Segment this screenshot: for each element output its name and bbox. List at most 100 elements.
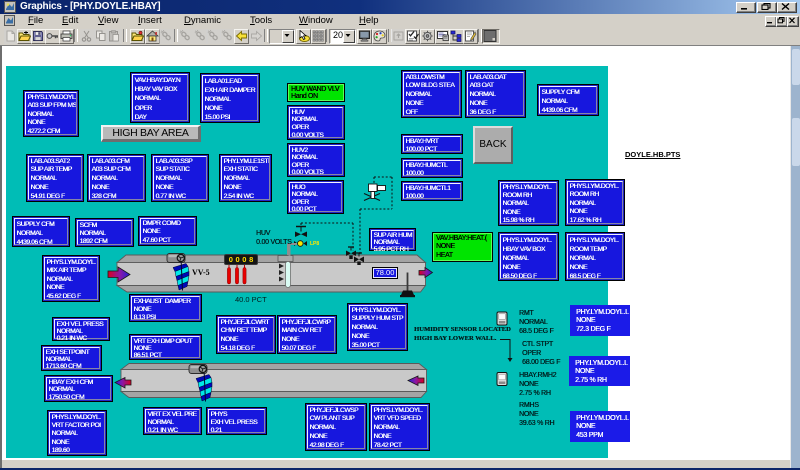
point-box-hbay-humctl1[interactable]: HBAY.HUMCTL1 100.00 [401,181,463,201]
point-box-dmpr-comd[interactable]: DMPR COMD NONE 47.60 PCT [138,216,197,246]
point-box-line: PHY.JEF.JLCWRT [220,318,270,326]
point-box-sup-fpm[interactable]: PHYS.LYM.DOYL. A03 SUP FPM MSI NORMAL NONE 4… [23,90,79,137]
point-box-line: VAV.HBAY:HEAT.( [436,234,487,242]
toolbar: 20 [0,27,800,46]
point-box-virt-ex-vel[interactable]: VIRT EX VEL PRE NORMAL 0.21 IN WC [143,407,202,435]
point-box-line: EXH VEL PRESS [210,418,258,426]
point-box-vrt-vfd-speed[interactable]: PHYS.LYM.DOYL. VRT VFD SPEED NORMAL NONE 78.… [369,403,430,451]
point-box-doyll-rh[interactable]: PHY.LYM.DOYL.L NONE 2.75 % RH [569,356,630,386]
point-box-line: 86.51 PCT [133,352,162,360]
point-box-vrt-factor[interactable]: PHYS.LYM.DOYL. VRT FACTOR POI NORMAL NONE 18… [47,410,107,456]
close-button[interactable] [777,2,797,13]
toolbar-grid-icon[interactable] [310,29,326,44]
point-box-mix-air-temp[interactable]: PHYS.LYM.DOYL. MIX AIR TEMP NORMAL NONE 45.6… [42,255,100,302]
point-box-doyll-ppm[interactable]: PHY.LYM.DOYL.L NONE 453 PPM [570,411,630,442]
toolbar-edit-sheet-icon[interactable] [463,29,478,44]
point-box-huv[interactable]: HUV NORMAL OPER 0.00 VOLTS [287,105,345,140]
point-box-supply-cfm-right[interactable]: SUPPLY CFM NORMAL 4439.06 CFM [537,84,599,116]
point-box-supply-hum-stp[interactable]: PHYS.LYM.DOYL. SUPPLY HUM STP NORMAL NONE 35… [347,303,408,351]
point-box-jlcwrp[interactable]: PHY.JEF.JLCWRP MAIN CW RET NONE 50.07 DEG F [277,315,337,354]
point-box-phys-exh-vel[interactable]: PHYS EXH VEL PRESS 0.21 [206,407,267,435]
menu-tools[interactable]: Tools [250,14,272,27]
point-box-hbay-exh-cfm[interactable]: HBAY EXH CFM NORMAL 1750.50 CFM [44,375,113,402]
point-box-line: NORMAL [147,418,174,426]
toolbar-open-graphic-icon[interactable] [129,29,145,44]
point-box-le1stp[interactable]: PHY.LYM.LE1STP EXH STATIC NORMAL NONE 2.54 I… [219,154,272,202]
document-icon[interactable] [4,15,15,26]
menu-window[interactable]: Window [299,14,333,27]
toolbar-monitor-icon[interactable] [434,29,450,44]
toolbar-style-combo[interactable] [268,29,295,44]
point-box-lab-a03-sat2[interactable]: LAB.A03.SAT2 SUP AIR TEMP NORMAL NONE 54.91 … [26,154,84,202]
toolbar-separator [74,29,78,42]
point-box-a03-lowstm[interactable]: A03.LOWSTM LOW BLDG STEA NORMAL NONE OFF [401,70,462,118]
point-box-exh-vel-press[interactable]: EXH VEL PRESS NORMAL 0.21 IN WC [52,317,110,342]
point-box-vav-day[interactable]: VAV.HBAY:DAY.N HBAY VAV BOX NORMAL OPER DAY [130,72,190,123]
point-box-sup-air-hum[interactable]: SUP AIR HUM NORMAL 5.95 PCT RH [369,228,416,253]
menu-insert[interactable]: Insert [138,14,162,27]
application-icon [4,1,16,13]
point-box-hbay-vav-box[interactable]: PHYS.LYM.DOYL. HBAY VAV BOX NORMAL NONE 68.5… [498,232,559,281]
toolbar-home-icon[interactable] [144,29,160,44]
toolbar-save-icon[interactable] [31,29,46,44]
point-box-exh-setpoint[interactable]: EXH SETPOINT NORMAL 1713.60 CFM [41,345,102,371]
toolbar-link-icon [206,29,221,44]
point-box-scfm[interactable]: SCFM NORMAL 1892 CFM [75,218,134,247]
point-box-supply-cfm-left[interactable]: SUPPLY CFM NORMAL 4439.06 CFM [12,216,70,247]
point-box-huv2[interactable]: HUV2 NORMAL OPER 0.00 VOLTS [287,143,345,177]
toolbar-display-icon[interactable] [356,29,372,44]
coil-counter-display: 0008 [224,253,258,265]
menu-edit[interactable]: Edit [62,14,78,27]
duct-setpoint-box[interactable]: 78.00 [372,267,398,279]
point-box-jlcwsp[interactable]: PHY.JEF.JLCWSP CW PLANT SUP NORMAL NONE 42.9… [305,403,367,451]
point-box-lab-a03-ssp[interactable]: LAB.A03.SSP SUP STATIC NORMAL NONE 0.77 IN W… [151,154,209,202]
toolbar-tree-view-icon[interactable] [449,29,464,44]
combo-dropdown-arrow[interactable] [281,30,294,43]
background-scrollbar [790,46,800,470]
point-box-room-temp[interactable]: PHYS.LYM.DOYL. ROOM TEMP NORMAL NONE 68.5 DE… [565,232,625,281]
point-box-lab-a03-oat[interactable]: LAB.A03.OAT A03 OAT NORMAL NONE 36 DEG F [465,70,526,118]
menu-dynamic[interactable]: Dynamic [184,14,221,27]
point-box-vav-hbay-heat[interactable]: VAV.HBAY:HEAT.(NONE HEAT [432,232,493,262]
toolbar-checklist-icon[interactable] [404,29,420,44]
menu-file[interactable]: File [28,14,43,27]
toolbar-open-folder-icon[interactable] [17,29,32,44]
point-box-vrt-exh-dmp[interactable]: VRT EXH DMP OPUT NONE 86.51 PCT [129,334,202,360]
steam-humidifier [363,183,386,201]
minimize-button[interactable] [736,2,756,13]
restore-button[interactable] [756,2,777,13]
point-box-line: PHYS [210,410,228,418]
toolbar-zoom-combo[interactable]: 20 [329,29,356,44]
toolbar-palette-icon[interactable] [371,29,387,44]
damper-percent-label: 40.0 PCT [235,295,267,304]
menu-help[interactable]: Help [359,14,379,27]
point-box-huv-wand-vlv[interactable]: HUV WAND VLV Hand ON [287,83,345,102]
toolbar-select-cursor-icon[interactable] [295,29,311,44]
point-box-jlcwrt[interactable]: PHY.JEF.JLCWRT CHW RET TEMP NONE 54.18 DEG … [216,315,276,354]
menu-view[interactable]: View [98,14,118,27]
point-box-doyll-temp[interactable]: PHY.LYM.DOYL.L NONE 72.3 DEG F [570,305,630,336]
point-box-lab-a03-cfm[interactable]: LAB.A03.CFM A03 SUP CFM NORMAL NONE 328 CFM [87,154,146,202]
toolbar-gear-icon[interactable] [419,29,435,44]
toolbar-key-icon[interactable] [45,29,60,44]
toolbar-panel-toggle-icon[interactable] [482,29,500,44]
point-box-line: ROOM TEMP [569,245,608,253]
toolbar-print-icon[interactable] [59,29,74,44]
point-box-hbay-hvrt[interactable]: HBAY.HVRT 100.00 PCT [401,134,463,154]
point-box-lab-a01-ead[interactable]: LAB.A01.EAD EXH AIR DAMPER NORMAL NONE 15.00… [200,73,260,123]
point-box-line: DAY [134,114,147,122]
point-box-huo[interactable]: HUO NORMAL OPER 0.00 PCT [287,180,344,214]
point-box-line: 0.00 VOLTS [291,131,324,139]
point-box-hbay-humctl[interactable]: HBAY.HUMCTL 100.00 [401,158,463,178]
point-box-exhaust-damper[interactable]: EXHAUST DAMPER NONE 8.13 PSI [129,294,202,322]
point-box-line: VRT FACTOR POI [51,421,102,429]
combo-dropdown-arrow[interactable] [343,30,355,43]
point-box-room-rh-1[interactable]: PHYS.LYM.DOYL. ROOM RH NORMAL NONE 15.98 % R… [498,180,559,226]
mdi-close-button[interactable] [787,16,799,27]
toolbar-back-arrow-icon[interactable] [234,29,249,44]
back-button[interactable]: BACK [473,126,513,164]
point-box-line: 15.00 PSI [204,114,231,122]
point-box-line: 36 DEG F [469,108,497,116]
point-box-room-rh-2[interactable]: PHYS.LYM.DOYL. ROOM RH NORMAL NONE 17.62 % R… [565,179,625,226]
points-page-reference[interactable]: DOYLE.HB.PTS [625,150,680,159]
